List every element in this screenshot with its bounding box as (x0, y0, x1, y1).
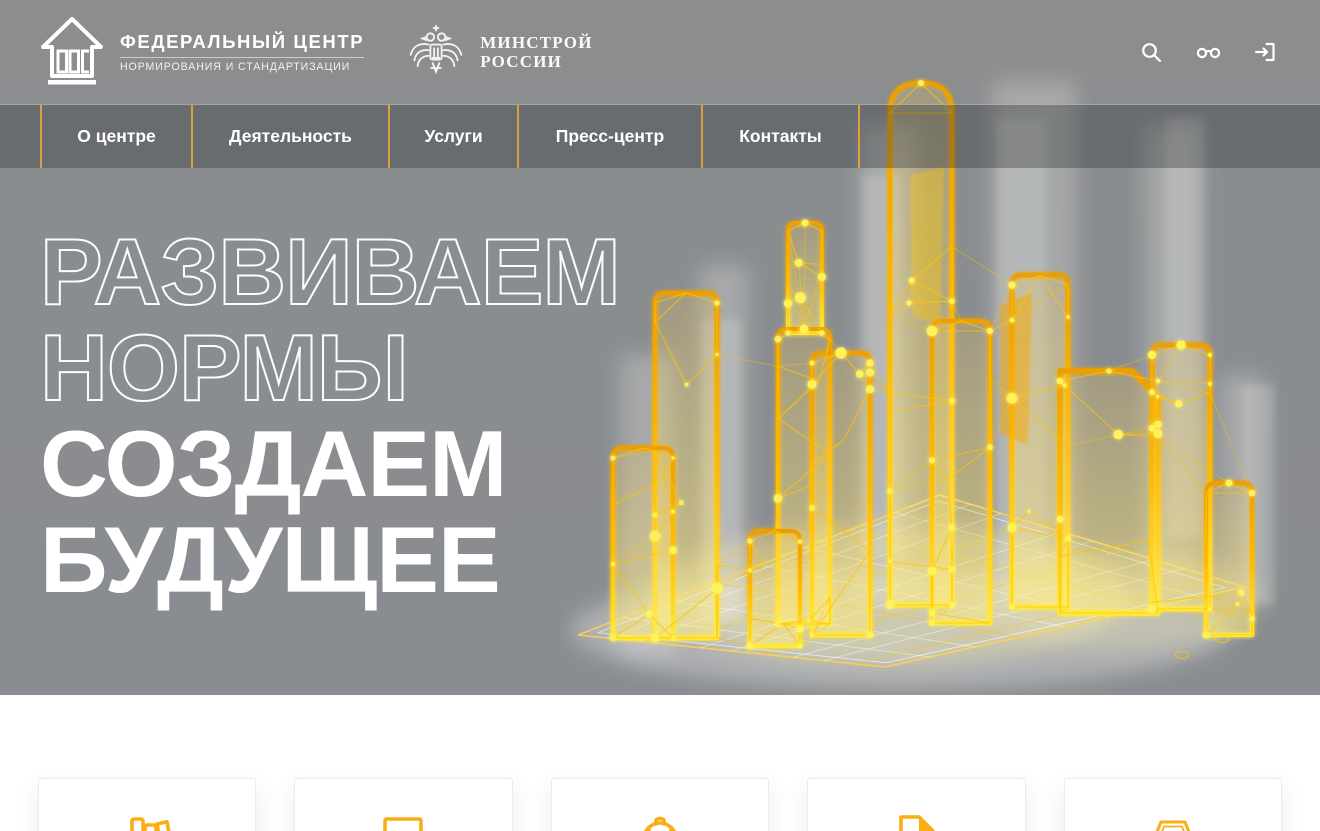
header-actions (1136, 37, 1280, 67)
hero-line-1: РАЗВИВАЕМ (40, 224, 620, 320)
search-button[interactable] (1136, 37, 1166, 67)
nav-item-about[interactable]: О центре (40, 105, 191, 168)
nav-item-press[interactable]: Пресс-центр (517, 105, 701, 168)
service-card-certification[interactable] (1064, 778, 1282, 831)
minstroy-logo[interactable]: МИНСТРОЙ РОССИИ (406, 21, 592, 83)
login-button[interactable] (1250, 37, 1280, 67)
hero-line-2: НОРМЫ (40, 320, 620, 416)
service-card-documents[interactable] (807, 778, 1025, 831)
nav-item-activity[interactable]: Деятельность (191, 105, 388, 168)
main-nav: О центре Деятельность Услуги Пресс-центр… (0, 104, 1320, 168)
hard-hat-icon (625, 809, 695, 831)
services-section (0, 695, 1320, 831)
hexagon-badge-icon (1138, 809, 1208, 831)
service-card-construction[interactable] (551, 778, 769, 831)
hero-section: ФЕДЕРАЛЬНЫЙ ЦЕНТР НОРМИРОВАНИЯ И СТАНДАР… (0, 0, 1320, 695)
site-header: ФЕДЕРАЛЬНЫЙ ЦЕНТР НОРМИРОВАНИЯ И СТАНДАР… (0, 0, 1320, 104)
hero-line-3: СОЗДАЕМ (40, 416, 620, 512)
hero-line-4: БУДУЩЕЕ (40, 512, 620, 608)
nav-end-divider (858, 105, 860, 168)
document-icon (881, 809, 951, 831)
library-books-icon (112, 809, 182, 831)
fcs-building-icon (40, 16, 104, 88)
hero-heading: РАЗВИВАЕМ НОРМЫ СОЗДАЕМ БУДУЩЕЕ (40, 224, 620, 608)
service-cards (0, 695, 1320, 831)
accessibility-button[interactable] (1193, 37, 1223, 67)
minstroy-logo-text: МИНСТРОЙ РОССИИ (480, 33, 592, 71)
fcs-logo[interactable]: ФЕДЕРАЛЬНЫЙ ЦЕНТР НОРМИРОВАНИЯ И СТАНДАР… (40, 16, 364, 88)
login-icon (1253, 40, 1277, 64)
glasses-icon (1195, 40, 1222, 64)
service-card-expertise[interactable] (294, 778, 512, 831)
fcs-logo-subtitle: НОРМИРОВАНИЯ И СТАНДАРТИЗАЦИИ (120, 61, 364, 73)
minstroy-eagle-emblem (406, 21, 466, 83)
service-card-library[interactable] (38, 778, 256, 831)
fcs-logo-title: ФЕДЕРАЛЬНЫЙ ЦЕНТР (120, 31, 364, 53)
nav-item-services[interactable]: Услуги (388, 105, 517, 168)
nav-item-contacts[interactable]: Контакты (701, 105, 858, 168)
document-search-icon (369, 809, 439, 831)
search-icon (1139, 40, 1163, 64)
fcs-logo-divider (120, 57, 364, 58)
